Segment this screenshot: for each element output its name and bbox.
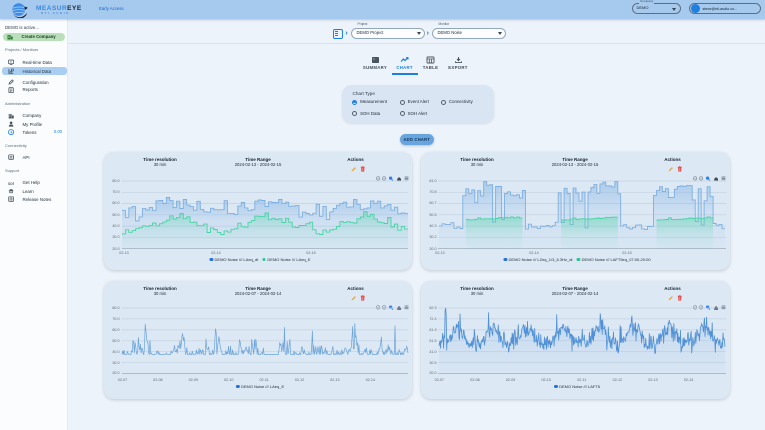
svg-text:SOS: SOS bbox=[8, 182, 14, 186]
